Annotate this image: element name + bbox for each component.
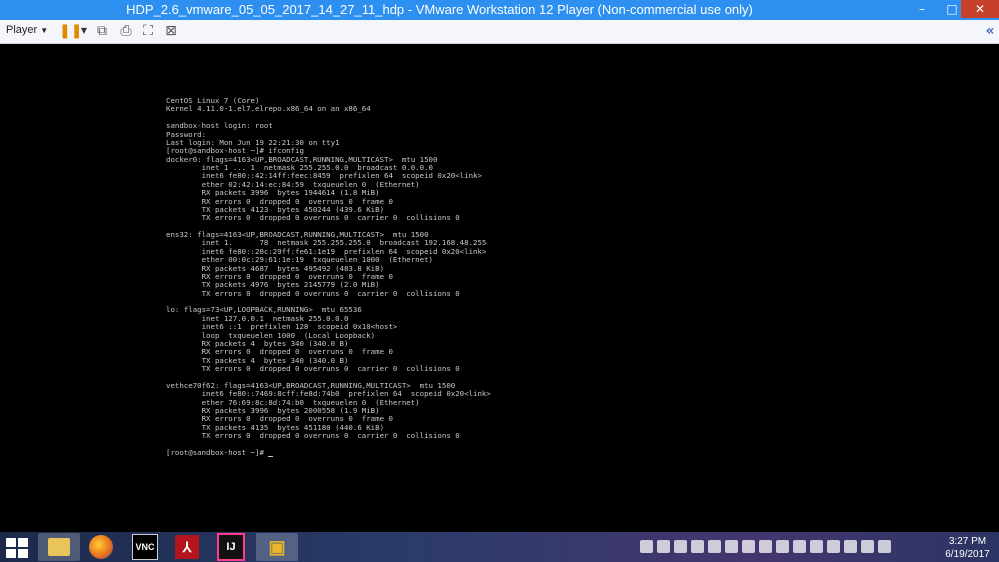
vm-console[interactable]: CentOS Linux 7 (Core) Kernel 4.11.0-1.el… [0,44,999,532]
taskbar-app[interactable] [80,533,122,561]
firefox-icon [89,535,113,559]
pause-icon[interactable]: ❚❚ [59,23,82,39]
clock-date: 6/19/2017 [945,549,990,560]
terminal-line: Kernel 4.11.0-1.el7.elrepo.x86_64 on an … [166,104,371,114]
tray-icon[interactable] [844,540,857,553]
start-button[interactable] [6,538,28,558]
file-explorer-icon [48,538,70,556]
terminal-output: CentOS Linux 7 (Core) Kernel 4.11.0-1.el… [166,96,491,458]
tray-icon[interactable] [810,540,823,553]
terminal-line: TX errors 0 dropped 0 overruns 0 carrier… [201,431,460,440]
chevron-down-icon[interactable]: ▼ [76,23,92,39]
taskbar-app[interactable]: ▣ [256,533,298,561]
taskbar-clock[interactable]: 3:27 PM 6/19/2017 [940,535,995,561]
tray-icon[interactable] [878,540,891,553]
player-menu[interactable]: Player ▼ [6,24,48,36]
taskbar-app[interactable]: ⅄ [166,533,208,561]
collapse-toolbar-icon[interactable]: « [982,23,998,39]
taskbar-app[interactable]: IJ [210,533,252,561]
close-button[interactable]: ✕ [961,0,999,18]
terminal-line: TX errors 0 dropped 0 overruns 0 carrier… [201,288,460,298]
text-cursor [268,456,274,458]
system-tray [640,540,891,556]
window-title-bar[interactable]: HDP_2.6_vmware_05_05_2017_14_27_11_hdp -… [0,0,999,20]
tray-icon[interactable] [759,540,772,553]
vnc-viewer-icon: VNC [132,534,158,560]
clock-time: 3:27 PM [948,536,987,547]
chevron-down-icon: ▼ [40,26,49,35]
terminal-lines: CentOS Linux 7 (Core) Kernel 4.11.0-1.el… [166,96,491,440]
player-menu-label: Player [6,24,38,36]
player-toolbar: Player ▼ ❚❚ ▼ ⧉ ⎙ ⛶ ⊠ « [0,20,999,44]
tray-icon[interactable] [657,540,670,553]
send-ctrl-alt-del-icon[interactable]: ⧉ [94,23,110,39]
tray-icon[interactable] [640,540,653,553]
terminal-prompt: [root@sandbox-host ~]# [166,447,269,457]
fit-window-icon[interactable]: ⛶ [140,23,156,39]
tray-icon[interactable] [725,540,738,553]
vmware-player-icon: ▣ [268,536,286,557]
tray-icon[interactable] [827,540,840,553]
windows-logo-icon [6,538,16,547]
tray-icon[interactable] [861,540,874,553]
window-title: HDP_2.6_vmware_05_05_2017_14_27_11_hdp -… [126,2,753,17]
tray-icon[interactable] [708,540,721,553]
taskbar-app[interactable] [38,533,80,561]
taskbar-app[interactable]: VNC [124,533,166,561]
tray-icon[interactable] [691,540,704,553]
pdf-reader-icon: ⅄ [175,535,199,559]
minimize-button[interactable]: – [907,0,937,18]
tray-icon[interactable] [776,540,789,553]
tray-icon[interactable] [793,540,806,553]
terminal-line: TX errors 0 dropped 0 overruns 0 carrier… [201,213,460,223]
removable-devices-icon[interactable]: ⎙ [118,23,134,39]
unity-icon[interactable]: ⊠ [163,23,179,39]
windows-taskbar: VNC ⅄ IJ ▣ 3:27 PM 6/19/2017 [0,532,999,562]
intellij-icon: IJ [217,533,245,561]
tray-icon[interactable] [674,540,687,553]
terminal-line: TX errors 0 dropped 0 overruns 0 carrier… [201,364,460,373]
tray-icon[interactable] [742,540,755,553]
